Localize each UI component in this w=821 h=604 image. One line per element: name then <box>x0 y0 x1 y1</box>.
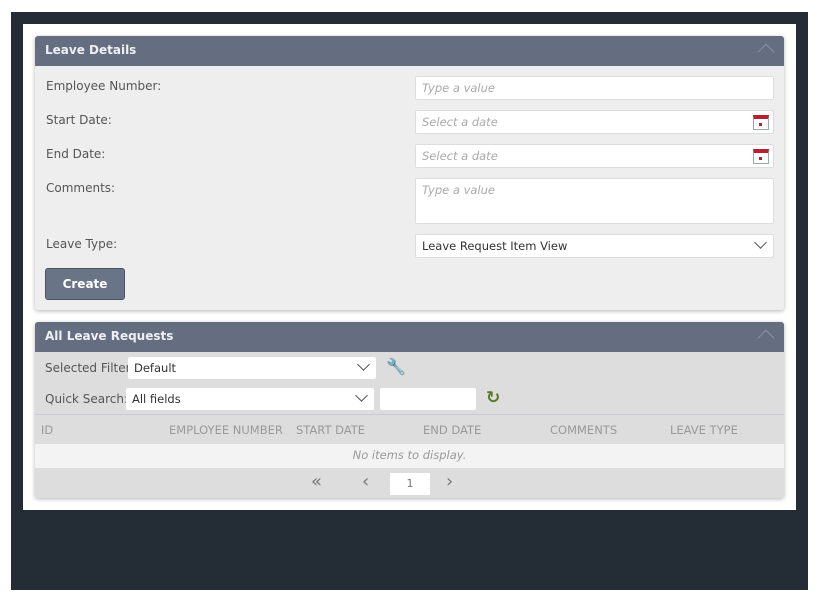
comments-label: Comments: <box>46 181 116 195</box>
column-header-employee-number[interactable]: EMPLOYEE NUMBER <box>169 423 283 437</box>
empty-message: No items to display. <box>35 444 784 468</box>
column-header-end-date[interactable]: END DATE <box>423 423 481 437</box>
quick-search-label: Quick Search: <box>45 392 129 406</box>
selected-filter-label: Selected Filter: <box>45 361 135 375</box>
panel-title: All Leave Requests <box>45 329 174 343</box>
quick-search-input[interactable] <box>380 388 476 410</box>
employee-number-label: Employee Number: <box>46 79 162 93</box>
column-header-start-date[interactable]: START DATE <box>296 423 365 437</box>
calendar-icon[interactable] <box>753 115 769 130</box>
all-leave-requests-header[interactable]: All Leave Requests <box>35 322 784 352</box>
chevron-down-icon <box>355 389 368 402</box>
chevron-down-icon <box>754 236 767 249</box>
start-date-input[interactable]: Select a date <box>415 110 774 134</box>
next-page-icon[interactable]: › <box>446 471 453 492</box>
panel-title: Leave Details <box>45 43 137 57</box>
create-button[interactable]: Create <box>45 268 125 300</box>
calendar-icon[interactable] <box>753 149 769 164</box>
all-leave-requests-panel: All Leave Requests Selected Filter: Defa… <box>35 322 784 498</box>
end-date-placeholder: Select a date <box>422 149 498 163</box>
leave-type-dropdown[interactable]: Leave Request Item View <box>415 234 774 258</box>
end-date-label: End Date: <box>46 147 106 161</box>
collapse-chevron-icon[interactable] <box>757 43 775 61</box>
leave-details-panel: Leave Details Employee Number: Type a va… <box>35 36 784 310</box>
selected-filter-value: Default <box>134 361 177 375</box>
end-date-input[interactable]: Select a date <box>415 144 774 168</box>
collapse-chevron-icon[interactable] <box>757 329 775 347</box>
start-date-label: Start Date: <box>46 113 112 127</box>
page-number-input[interactable]: 1 <box>390 473 430 495</box>
leave-type-label: Leave Type: <box>46 237 118 251</box>
comments-textarea[interactable]: Type a value <box>415 178 774 224</box>
quick-search-field-dropdown[interactable]: All fields <box>126 388 374 410</box>
leave-details-header[interactable]: Leave Details <box>35 36 784 66</box>
previous-page-icon[interactable]: ‹ <box>362 471 369 492</box>
refresh-icon[interactable]: ↻ <box>486 388 500 408</box>
first-page-icon[interactable]: « <box>311 471 322 492</box>
employee-number-input[interactable]: Type a value <box>415 76 774 100</box>
leave-type-value: Leave Request Item View <box>422 239 568 253</box>
column-header-comments[interactable]: COMMENTS <box>550 423 617 437</box>
column-header-leave-type[interactable]: LEAVE TYPE <box>670 423 738 437</box>
quick-search-field-value: All fields <box>132 392 181 406</box>
start-date-placeholder: Select a date <box>422 115 498 129</box>
selected-filter-dropdown[interactable]: Default <box>128 357 376 379</box>
column-header-id[interactable]: ID <box>41 423 53 437</box>
wrench-icon[interactable]: 🔧 <box>386 357 406 376</box>
table-header: ID EMPLOYEE NUMBER START DATE END DATE C… <box>35 414 784 444</box>
chevron-down-icon <box>357 358 370 371</box>
